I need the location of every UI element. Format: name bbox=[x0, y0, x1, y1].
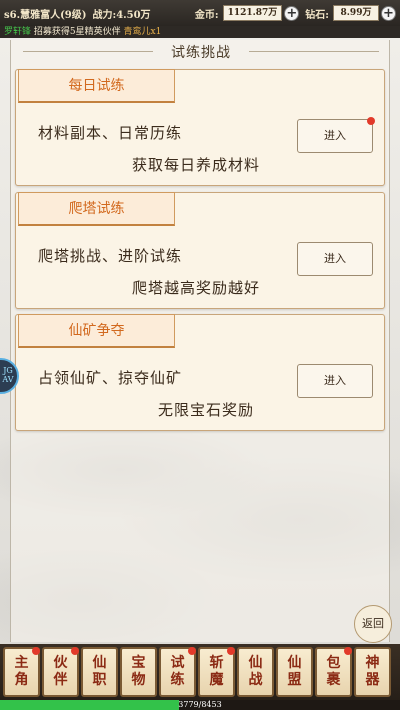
gem-value: 8.99万 bbox=[333, 5, 379, 21]
nav-partner[interactable]: 伙伴 bbox=[42, 647, 79, 697]
nav-label: 包 bbox=[326, 655, 341, 671]
nav-label: 魔 bbox=[209, 672, 224, 688]
nav-label: 宝 bbox=[131, 655, 146, 671]
enter-tower-trial-button[interactable]: 进入 bbox=[297, 242, 373, 276]
nav-label: 仙 bbox=[92, 655, 107, 671]
panel-title: 试练挑战 bbox=[11, 42, 391, 62]
bottom-nav-bar: 主角 伙伴 仙职 宝物 试练 斩魔 仙战 仙盟 包裹 神 器 3779/8453 bbox=[0, 644, 400, 710]
ticker-player-name: 罗轩锋 bbox=[4, 27, 32, 37]
experience-bar: 3779/8453 bbox=[0, 700, 400, 710]
announcement-ticker: 罗轩锋 招募获得5星精英伙伴 青鸾儿x1 bbox=[0, 26, 400, 38]
card-tab-title: 爬塔试练 bbox=[18, 192, 175, 226]
nav-label: 角 bbox=[14, 672, 29, 688]
nav-protagonist[interactable]: 主角 bbox=[3, 647, 40, 697]
nav-treasure[interactable]: 宝物 bbox=[120, 647, 157, 697]
nav-label: 斩 bbox=[209, 655, 224, 671]
nav-label: 仙 bbox=[287, 655, 302, 671]
ticker-partner: 青鸾儿x1 bbox=[123, 27, 162, 37]
notification-dot bbox=[71, 647, 79, 655]
daily-trial-card: 每日试练 材料副本、日常历练 获取每日养成材料 进入 bbox=[15, 69, 385, 186]
enter-daily-trial-button[interactable]: 进入 bbox=[297, 117, 375, 153]
add-gem-button[interactable]: + bbox=[381, 5, 396, 21]
notification-dot bbox=[227, 647, 235, 655]
card-description-1: 材料副本、日常历练 bbox=[38, 124, 183, 142]
nav-label: 神 bbox=[365, 655, 380, 671]
enter-button-label: 进入 bbox=[324, 252, 346, 265]
notification-dot bbox=[188, 647, 196, 655]
experience-text: 3779/8453 bbox=[178, 700, 222, 709]
nav-label: 战 bbox=[248, 672, 263, 688]
nav-label: 仙 bbox=[248, 655, 263, 671]
notification-dot bbox=[367, 117, 375, 125]
gem-label: 钻石: bbox=[305, 9, 329, 21]
gold-value: 1121.87万 bbox=[222, 5, 283, 21]
gold-label: 金币: bbox=[194, 9, 219, 21]
nav-alliance[interactable]: 仙盟 bbox=[276, 647, 313, 697]
enter-button-label: 进入 bbox=[324, 129, 346, 142]
card-tab-title: 仙矿争夺 bbox=[18, 314, 175, 348]
card-tab-title: 每日试练 bbox=[18, 69, 175, 103]
card-description-1: 爬塔挑战、进阶试练 bbox=[38, 247, 183, 265]
combat-power: 战力:4.50万 bbox=[92, 9, 151, 21]
nav-trial[interactable]: 试练 bbox=[159, 647, 196, 697]
nav-label: 试 bbox=[170, 655, 185, 671]
nav-label: 裹 bbox=[326, 672, 341, 688]
card-description-2: 爬塔越高奖励越好 bbox=[132, 279, 261, 297]
nav-artifact[interactable]: 神器 bbox=[354, 647, 391, 697]
add-gold-button[interactable]: + bbox=[284, 5, 300, 21]
nav-label: 练 bbox=[170, 672, 185, 688]
enter-mine-contest-button[interactable]: 进入 bbox=[297, 364, 373, 398]
top-status-bar: s6.慧雅富人(9级) 战力:4.50万 金币: 1121.87万 + 钻石: … bbox=[0, 0, 400, 26]
trial-panel: 试练挑战 每日试练 材料副本、日常历练 获取每日养成材料 进入 爬塔试练 爬塔挑… bbox=[10, 40, 390, 642]
card-description-2: 无限宝石奖励 bbox=[158, 401, 255, 419]
nav-label: 伙 bbox=[53, 655, 68, 671]
player-name[interactable]: s6.慧雅富人(9级) bbox=[4, 6, 87, 21]
nav-label: 职 bbox=[92, 672, 107, 688]
tower-trial-card: 爬塔试练 爬塔挑战、进阶试练 爬塔越高奖励越好 进入 bbox=[15, 192, 385, 309]
nav-immortal-battle[interactable]: 仙战 bbox=[237, 647, 274, 697]
card-description-1: 占领仙矿、掠夺仙矿 bbox=[38, 369, 183, 387]
nav-label: 器 bbox=[365, 672, 380, 688]
nav-bag[interactable]: 包裹 bbox=[315, 647, 352, 697]
nav-immortal-job[interactable]: 仙职 bbox=[81, 647, 118, 697]
notification-dot bbox=[32, 647, 40, 655]
nav-label: 伴 bbox=[53, 672, 68, 688]
nav-slay-demon[interactable]: 斩魔 bbox=[198, 647, 235, 697]
enter-button-label: 进入 bbox=[324, 374, 346, 387]
nav-buttons: 主角 伙伴 仙职 宝物 试练 斩魔 仙战 仙盟 包裹 神 器 bbox=[3, 647, 391, 697]
ticker-message: 招募获得5星精英伙伴 bbox=[33, 27, 121, 37]
mine-contest-card: 仙矿争夺 占领仙矿、掠夺仙矿 无限宝石奖励 进入 bbox=[15, 314, 385, 431]
nav-label: 盟 bbox=[287, 672, 302, 688]
return-button[interactable]: 返回 bbox=[354, 605, 392, 643]
card-description-2: 获取每日养成材料 bbox=[132, 156, 261, 174]
notification-dot bbox=[344, 647, 352, 655]
nav-label: 主 bbox=[14, 655, 29, 671]
nav-label: 物 bbox=[131, 672, 146, 688]
